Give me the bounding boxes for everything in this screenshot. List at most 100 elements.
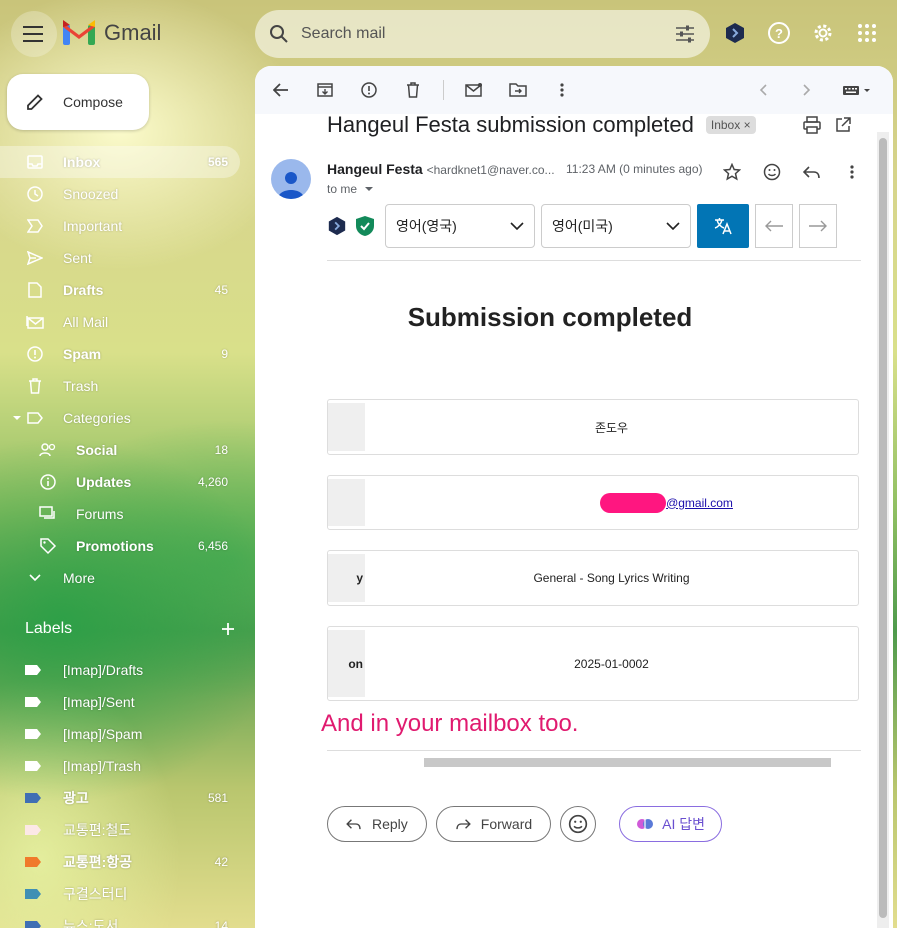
sidebar-label-item[interactable]: 구결스터디	[0, 878, 240, 910]
apps-button[interactable]	[850, 16, 884, 50]
shield-check-icon[interactable]	[355, 215, 375, 237]
open-in-new-icon	[836, 117, 851, 132]
sidebar-item-drafts[interactable]: Drafts 45	[0, 274, 240, 306]
sidebar-label-item[interactable]: [Imap]/Drafts	[0, 654, 240, 686]
sidebar-item-more[interactable]: More	[0, 562, 240, 594]
caret-down-icon[interactable]	[364, 185, 374, 193]
forward-pill-button[interactable]: Forward	[435, 806, 552, 842]
target-language-select[interactable]: 영어(미국)	[541, 204, 691, 248]
sidebar-label-item[interactable]: [Imap]/Spam	[0, 718, 240, 750]
previous-translation-button[interactable]	[755, 204, 793, 248]
scrollbar-thumb[interactable]	[879, 138, 887, 918]
sidebar-item-label: Drafts	[63, 282, 104, 298]
sidebar-label-item[interactable]: [Imap]/Trash	[0, 750, 240, 782]
horizontal-scrollbar[interactable]	[424, 758, 831, 767]
translate-button[interactable]	[697, 204, 749, 248]
ai-reply-button[interactable]: AI 답변	[619, 806, 723, 842]
sidebar-label-item[interactable]: 광고 581	[0, 782, 240, 814]
mark-unread-button[interactable]	[460, 76, 488, 104]
source-language-select[interactable]: 영어(영국)	[385, 204, 535, 248]
settings-button[interactable]	[806, 16, 840, 50]
reply-pill-button[interactable]: Reply	[327, 806, 427, 842]
recipient-details[interactable]: to me	[327, 182, 374, 196]
print-button[interactable]	[803, 116, 821, 134]
search-input[interactable]	[301, 25, 674, 43]
content-divider	[327, 260, 861, 261]
message-subject: Hangeul Festa submission completed Inbox…	[327, 112, 756, 138]
gmail-logo[interactable]: Gmail	[62, 20, 161, 46]
emoji-reaction-button[interactable]	[560, 806, 597, 842]
caret-down-icon[interactable]	[12, 414, 22, 422]
sidebar-item-label: Important	[63, 218, 123, 234]
sidebar-item-updates[interactable]: Updates 4,260	[0, 466, 240, 498]
next-translation-button[interactable]	[799, 204, 837, 248]
sidebar-item-forums[interactable]: Forums	[0, 498, 240, 530]
sidebar-item-important[interactable]: Important	[0, 210, 240, 242]
add-reaction-button[interactable]	[757, 157, 787, 187]
sidebar-item-trash[interactable]: Trash	[0, 370, 240, 402]
extension-button[interactable]	[718, 16, 752, 50]
draft-count: 45	[214, 283, 228, 297]
sender-name[interactable]: Hangeul Festa	[327, 161, 423, 177]
compose-label: Compose	[63, 94, 123, 110]
sidebar-item-snoozed[interactable]: Snoozed	[0, 178, 240, 210]
sidebar-item-promotions[interactable]: Promotions 6,456	[0, 530, 240, 562]
inbox-icon	[25, 152, 45, 172]
label-count: 14	[214, 919, 228, 928]
email-link[interactable]: @gmail.com	[666, 496, 733, 510]
message-more-button[interactable]	[837, 157, 867, 187]
search-filter-icon[interactable]	[674, 24, 696, 44]
delete-button[interactable]	[399, 76, 427, 104]
vertical-scrollbar[interactable]	[877, 132, 889, 928]
sidebar-item-sent[interactable]: Sent	[0, 242, 240, 274]
spam-icon	[25, 344, 45, 364]
sidebar-label-item[interactable]: 뉴스:도서 14	[0, 910, 240, 928]
search-icon[interactable]	[269, 24, 289, 44]
older-button[interactable]	[793, 76, 821, 104]
content-divider	[327, 750, 861, 751]
archive-button[interactable]	[311, 76, 339, 104]
back-button[interactable]	[267, 76, 295, 104]
inbox-label-chip[interactable]: Inbox ×	[705, 116, 756, 134]
report-spam-icon	[361, 82, 377, 98]
extension-hex-icon	[726, 23, 744, 43]
sidebar-nav: Inbox 565 Snoozed Important Sent Drafts …	[0, 146, 240, 594]
label-name: 교통편:항공	[63, 854, 133, 870]
help-button[interactable]: ?	[762, 16, 796, 50]
star-button[interactable]	[717, 157, 747, 187]
message-actions: Reply Forward AI 답변	[327, 806, 723, 842]
sidebar-label-item[interactable]: 교통편:항공 42	[0, 846, 240, 878]
add-label-icon[interactable]	[221, 622, 235, 636]
draft-icon	[25, 280, 45, 300]
sidebar-item-inbox[interactable]: Inbox 565	[0, 146, 240, 178]
extension-hex-icon[interactable]	[327, 216, 347, 236]
sidebar-item-social[interactable]: Social 18	[0, 434, 240, 466]
label-icon	[25, 408, 45, 428]
main-menu-button[interactable]	[11, 11, 57, 57]
sidebar-label-item[interactable]: 교통편:철도	[0, 814, 240, 846]
sidebar-item-categories[interactable]: Categories	[0, 402, 240, 434]
reply-button[interactable]	[797, 157, 827, 187]
compose-button[interactable]: Compose	[7, 74, 149, 130]
search-bar[interactable]	[255, 10, 710, 58]
remove-label-icon[interactable]: ×	[744, 118, 751, 132]
labels-list: [Imap]/Drafts [Imap]/Sent [Imap]/Spam [Imap…	[0, 654, 240, 928]
report-spam-button[interactable]	[355, 76, 383, 104]
sidebar-item-all-mail[interactable]: All Mail	[0, 306, 240, 338]
more-options-button[interactable]	[548, 76, 576, 104]
labels-header: Labels	[25, 620, 235, 638]
label-name: [Imap]/Sent	[63, 694, 135, 710]
input-tools-button[interactable]	[837, 76, 877, 104]
chevron-down-icon	[510, 222, 524, 230]
move-to-button[interactable]	[504, 76, 532, 104]
all-mail-icon	[25, 312, 45, 332]
label-name: [Imap]/Spam	[63, 726, 143, 742]
open-new-window-button[interactable]	[835, 116, 851, 134]
reply-icon	[346, 819, 361, 830]
sender-avatar[interactable]	[271, 159, 311, 199]
newer-button[interactable]	[749, 76, 777, 104]
sidebar-label-item[interactable]: [Imap]/Sent	[0, 686, 240, 718]
sidebar-item-spam[interactable]: Spam 9	[0, 338, 240, 370]
sidebar-item-label: More	[63, 570, 95, 586]
info-icon	[38, 472, 58, 492]
